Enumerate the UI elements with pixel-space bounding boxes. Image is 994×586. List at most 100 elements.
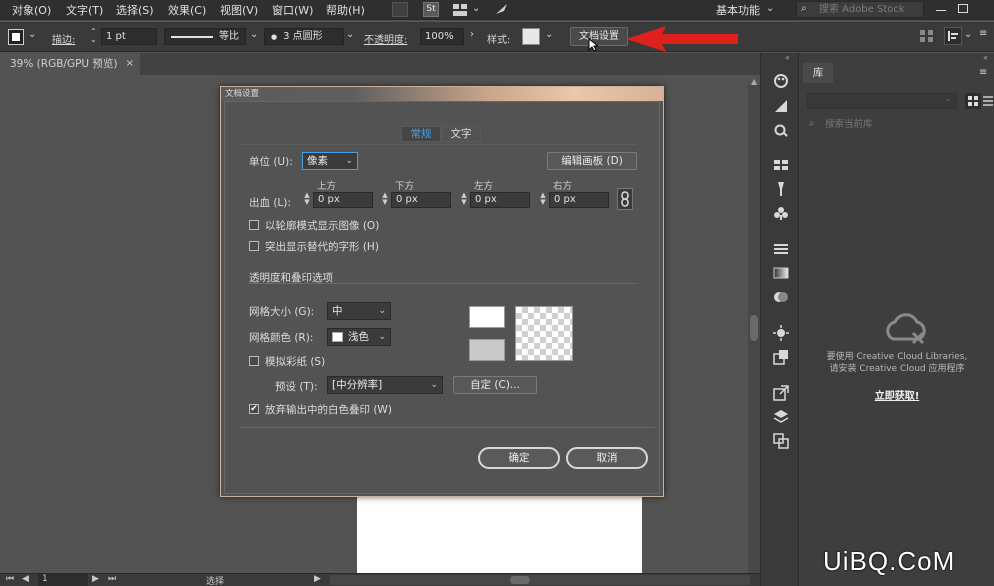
menu-window[interactable]: 窗口(W): [272, 2, 313, 18]
bleed-top-stepper[interactable]: ▲ ▼: [303, 192, 311, 208]
scroll-up-icon[interactable]: ▲: [751, 77, 757, 86]
library-select[interactable]: ⌄: [807, 93, 957, 109]
tab-type[interactable]: 文字: [441, 126, 481, 142]
chevron-down-icon[interactable]: ⌄: [28, 29, 36, 40]
export-icon[interactable]: [773, 385, 789, 401]
bleed-right-stepper[interactable]: ▲ ▼: [539, 192, 547, 208]
menu-view[interactable]: 视图(V): [220, 2, 258, 18]
transform-icon[interactable]: [944, 27, 962, 45]
menu-type[interactable]: 文字(T): [66, 2, 103, 18]
ok-button[interactable]: 确定: [478, 447, 560, 469]
document-setup-button[interactable]: 文档设置: [570, 27, 628, 46]
minimize-icon[interactable]: [936, 10, 946, 11]
status-menu-icon[interactable]: ▶: [314, 574, 321, 584]
align-icon[interactable]: [920, 30, 934, 42]
brushes-icon[interactable]: [773, 181, 789, 197]
transparency-icon[interactable]: [773, 289, 789, 305]
horizontal-scrollbar[interactable]: [330, 575, 750, 585]
color-guide-icon[interactable]: [773, 98, 789, 114]
grid-color-select[interactable]: 浅色 ⌄: [327, 328, 391, 346]
discard-overprint-checkbox[interactable]: ✔: [249, 404, 259, 414]
units-select[interactable]: 像素 ⌄: [302, 152, 358, 170]
stock-search-input[interactable]: 搜索 Adobe Stock: [796, 1, 924, 18]
next-page-icon[interactable]: ▶: [92, 574, 99, 584]
link-bleed-button[interactable]: [617, 188, 633, 210]
opacity-label[interactable]: 不透明度:: [364, 31, 407, 46]
bleed-bottom-input[interactable]: 0 px: [391, 192, 451, 208]
scroll-thumb[interactable]: [510, 576, 530, 584]
maximize-icon[interactable]: [958, 4, 968, 13]
document-tab-title: 39% (RGB/GPU 预览): [10, 58, 118, 70]
bleed-bottom-stepper[interactable]: ▲ ▼: [381, 192, 389, 208]
graphic-style-swatch[interactable]: [522, 28, 540, 45]
menu-select[interactable]: 选择(S): [116, 2, 154, 18]
variable-width-profile[interactable]: 等比: [164, 28, 246, 45]
list-view-icon[interactable]: [983, 95, 993, 107]
cancel-button[interactable]: 取消: [566, 447, 648, 469]
fill-swatch[interactable]: [8, 29, 24, 45]
color-palette-icon[interactable]: [773, 73, 789, 89]
menu-effect[interactable]: 效果(C): [168, 2, 206, 18]
chevron-down-icon[interactable]: ⌄: [964, 29, 972, 40]
workspace-switcher[interactable]: 基本功能: [716, 2, 760, 18]
bleed-left-input[interactable]: 0 px: [470, 192, 530, 208]
outline-mode-checkbox[interactable]: [249, 220, 259, 230]
page-number-field[interactable]: 1: [38, 574, 88, 586]
collapse-panels-icon[interactable]: «: [785, 53, 790, 62]
prev-page-icon[interactable]: ◀: [22, 574, 29, 584]
close-icon[interactable]: ×: [126, 53, 134, 75]
last-page-icon[interactable]: ⏭: [108, 574, 116, 584]
swatches-icon[interactable]: [773, 157, 789, 173]
arrange-documents-icon[interactable]: [452, 2, 468, 17]
dialog-title: 文档设置: [221, 87, 663, 101]
bleed-left-stepper[interactable]: ▲ ▼: [460, 192, 468, 208]
simulate-paper-checkbox[interactable]: [249, 356, 259, 366]
chevron-down-icon[interactable]: ⌄: [346, 29, 354, 40]
stock-icon[interactable]: St: [423, 2, 439, 17]
edit-artboards-button[interactable]: 编辑画板 (D): [547, 152, 637, 170]
stroke-stepper-icon[interactable]: ⌃ ⌄: [90, 28, 97, 44]
stroke-panel-icon[interactable]: [773, 241, 789, 257]
artboards-icon[interactable]: [773, 433, 789, 449]
collapse-panel-icon[interactable]: «: [983, 53, 988, 62]
libraries-search-icon[interactable]: [773, 123, 789, 139]
libraries-tab[interactable]: 库: [803, 63, 833, 83]
grid-color-preview-white[interactable]: [469, 306, 505, 328]
bridge-icon[interactable]: [392, 2, 408, 17]
document-tab[interactable]: 39% (RGB/GPU 预览) ×: [0, 53, 140, 75]
menu-help[interactable]: 帮助(H): [326, 2, 365, 18]
first-page-icon[interactable]: ⏮: [6, 574, 14, 584]
chevron-down-icon[interactable]: ⌄: [250, 29, 258, 40]
tab-general[interactable]: 常规: [401, 126, 441, 142]
chevron-down-icon[interactable]: ⌄: [545, 29, 553, 40]
artboard[interactable]: [357, 495, 642, 575]
opacity-input[interactable]: 100%: [420, 28, 464, 45]
gradient-icon[interactable]: [773, 265, 789, 281]
bleed-top-input[interactable]: 0 px: [313, 192, 373, 208]
brush-definition[interactable]: ● 3 点圆形: [264, 28, 344, 45]
chevron-down-icon[interactable]: ⌄: [472, 3, 480, 14]
chevron-down-icon[interactable]: ⌄: [766, 3, 774, 14]
stroke-weight-input[interactable]: 1 pt: [101, 28, 157, 45]
graphic-styles-icon[interactable]: [773, 349, 789, 365]
grid-size-select[interactable]: 中 ⌄: [327, 302, 391, 320]
panel-menu-icon[interactable]: ≡: [979, 28, 987, 39]
library-search-input[interactable]: 搜索当前库: [807, 116, 989, 134]
stroke-label[interactable]: 描边:: [52, 31, 75, 46]
gpu-performance-icon[interactable]: [494, 2, 510, 17]
custom-button[interactable]: 自定 (C)...: [453, 376, 537, 394]
layers-icon[interactable]: [773, 409, 789, 425]
bleed-right-input[interactable]: 0 px: [549, 192, 609, 208]
symbols-icon[interactable]: [773, 205, 789, 221]
chevron-right-icon[interactable]: ›: [470, 29, 474, 40]
scroll-thumb[interactable]: [750, 315, 758, 341]
panel-menu-icon[interactable]: ≡: [979, 67, 987, 78]
grid-color-preview-gray[interactable]: [469, 339, 505, 361]
preset-select[interactable]: [中分辨率] ⌄: [327, 376, 443, 394]
vertical-scrollbar[interactable]: [748, 85, 760, 573]
get-now-link[interactable]: 立即获取!: [799, 387, 994, 402]
highlight-glyphs-checkbox[interactable]: [249, 241, 259, 251]
appearance-icon[interactable]: [773, 325, 789, 341]
grid-view-icon[interactable]: [965, 93, 981, 109]
menu-object[interactable]: 对象(O): [12, 2, 51, 18]
